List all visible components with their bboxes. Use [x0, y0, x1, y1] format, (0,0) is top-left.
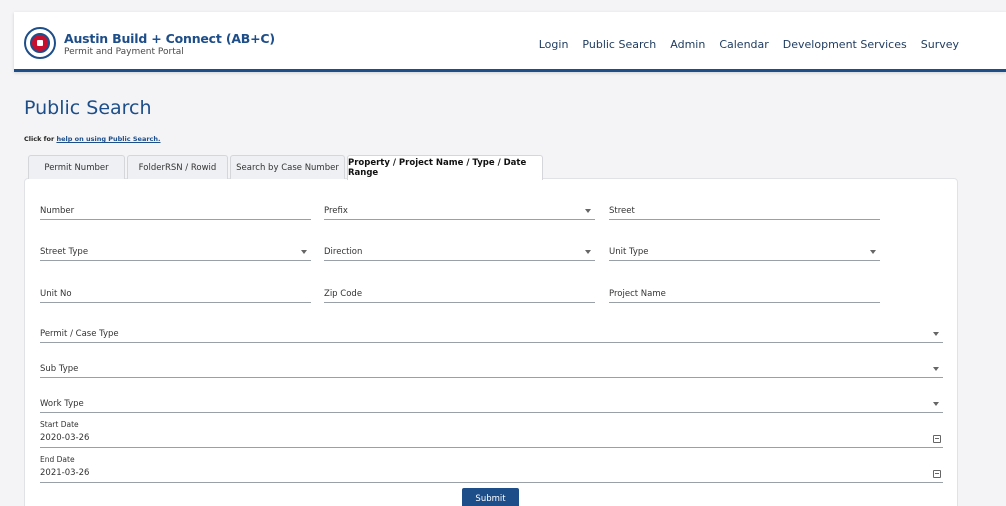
calendar-icon[interactable]: [933, 470, 941, 478]
work-type-select[interactable]: Work Type: [40, 399, 943, 413]
sub-type-select[interactable]: Sub Type: [40, 364, 943, 378]
street-input[interactable]: Street: [609, 206, 880, 220]
permit-case-type-label: Permit / Case Type: [40, 329, 119, 339]
start-date-value: 2020-03-26: [40, 433, 90, 443]
submit-button[interactable]: Submit: [462, 488, 519, 506]
help-link[interactable]: help on using Public Search.: [56, 135, 160, 143]
city-seal-icon[interactable]: [24, 27, 56, 59]
street-type-label: Street Type: [40, 247, 89, 257]
chevron-down-icon: [933, 402, 939, 406]
sub-type-label: Sub Type: [40, 364, 79, 374]
chevron-down-icon: [585, 209, 591, 213]
tab-search-by-case-number[interactable]: Search by Case Number: [230, 155, 345, 179]
page-title: Public Search: [24, 97, 152, 119]
street-type-select[interactable]: Street Type: [40, 247, 311, 261]
nav-login[interactable]: Login: [539, 38, 569, 51]
brand-title[interactable]: Austin Build + Connect (AB+C): [64, 31, 275, 46]
main-nav: Login Public Search Admin Calendar Devel…: [539, 38, 959, 51]
nav-calendar[interactable]: Calendar: [719, 38, 768, 51]
help-prefix: Click for: [24, 135, 57, 143]
prefix-select[interactable]: Prefix: [324, 206, 595, 220]
work-type-label: Work Type: [40, 399, 84, 409]
end-date-value: 2021-03-26: [40, 468, 90, 478]
chevron-down-icon: [933, 367, 939, 371]
unit-type-label: Unit Type: [609, 247, 649, 257]
direction-select[interactable]: Direction: [324, 247, 595, 261]
unit-type-select[interactable]: Unit Type: [609, 247, 880, 261]
zip-code-label: Zip Code: [324, 289, 363, 299]
app-header: Austin Build + Connect (AB+C) Permit and…: [14, 12, 1006, 72]
unit-no-input[interactable]: Unit No: [40, 289, 311, 303]
chevron-down-icon: [301, 250, 307, 254]
number-input[interactable]: Number: [40, 206, 311, 220]
brand-subtitle: Permit and Payment Portal: [64, 47, 184, 57]
nav-survey[interactable]: Survey: [921, 38, 959, 51]
nav-public-search[interactable]: Public Search: [582, 38, 656, 51]
end-date-field[interactable]: End Date 2021-03-26: [40, 455, 943, 483]
tab-property-project[interactable]: Property / Project Name / Type / Date Ra…: [347, 155, 543, 180]
calendar-icon[interactable]: [933, 435, 941, 443]
project-name-input[interactable]: Project Name: [609, 289, 880, 303]
chevron-down-icon: [585, 250, 591, 254]
end-date-label: End Date: [40, 455, 75, 464]
street-label: Street: [609, 206, 635, 216]
nav-admin[interactable]: Admin: [670, 38, 705, 51]
project-name-label: Project Name: [609, 289, 666, 299]
unit-no-label: Unit No: [40, 289, 72, 299]
tab-permit-number[interactable]: Permit Number: [28, 155, 125, 179]
help-text: Click for help on using Public Search.: [24, 135, 161, 143]
chevron-down-icon: [933, 332, 939, 336]
chevron-down-icon: [870, 250, 876, 254]
direction-label: Direction: [324, 247, 363, 257]
permit-case-type-select[interactable]: Permit / Case Type: [40, 329, 943, 343]
start-date-field[interactable]: Start Date 2020-03-26: [40, 420, 943, 448]
start-date-label: Start Date: [40, 420, 79, 429]
tab-folderrsn-rowid[interactable]: FolderRSN / Rowid: [127, 155, 228, 179]
nav-development-services[interactable]: Development Services: [783, 38, 907, 51]
zip-code-input[interactable]: Zip Code: [324, 289, 595, 303]
number-label: Number: [40, 206, 75, 216]
prefix-label: Prefix: [324, 206, 348, 216]
